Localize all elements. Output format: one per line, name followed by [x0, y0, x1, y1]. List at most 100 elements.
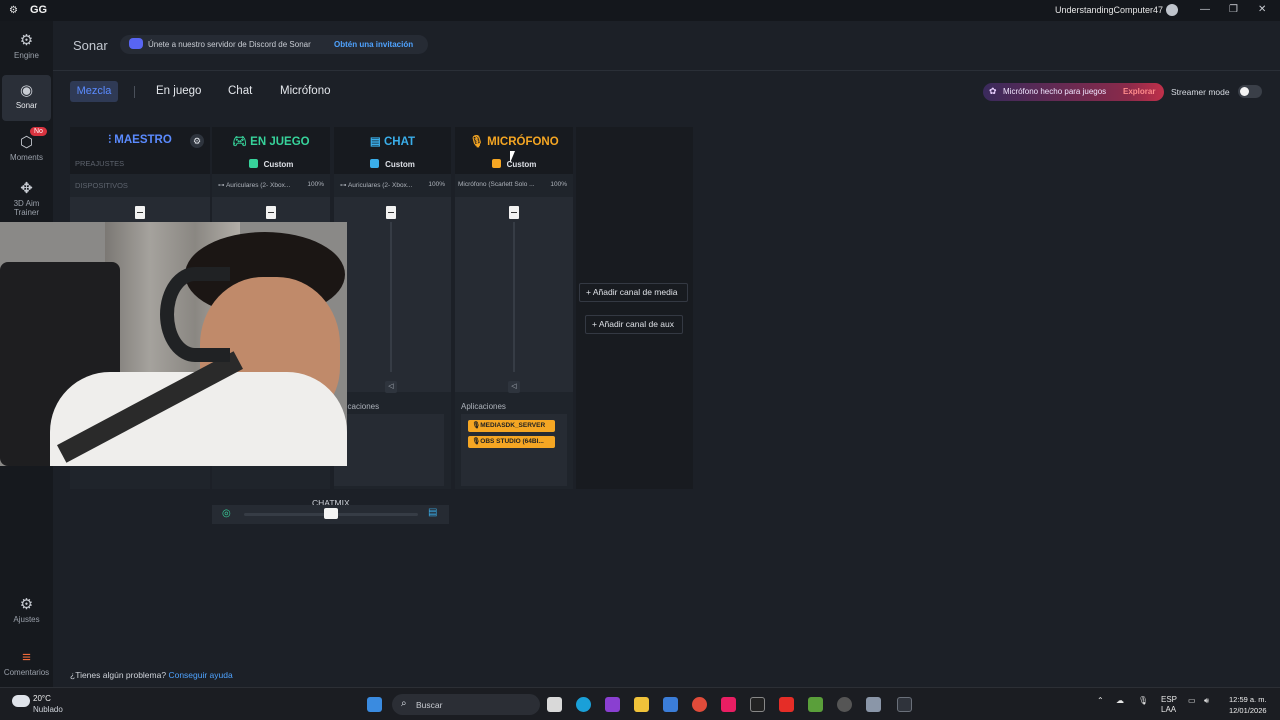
- device-select[interactable]: ⊶ Auriculares (2- Xbox... 100%: [218, 181, 324, 189]
- settings-icon[interactable]: [866, 697, 881, 712]
- mouse-cursor: [510, 151, 515, 163]
- channel-microphone: 🎙︎ MICRÓFONO Custom Micrófono (Scarlett …: [455, 127, 573, 489]
- tray-app-icon[interactable]: ☁: [1116, 696, 1124, 705]
- add-channel-panel: [576, 127, 693, 489]
- microphone-icon: ✿: [989, 86, 997, 96]
- microphone-icon[interactable]: 🎙︎: [1138, 696, 1148, 705]
- streamer-mode-label: Streamer mode: [1171, 87, 1230, 97]
- gear-icon[interactable]: ⚙: [190, 134, 204, 148]
- windows-start-icon[interactable]: [367, 697, 382, 712]
- gear-icon: ⚙: [19, 596, 34, 613]
- webcam-overlay: [0, 222, 347, 466]
- add-media-channel-button[interactable]: + Añadir canal de media: [579, 283, 688, 302]
- steelseries-gg-icon[interactable]: [897, 697, 912, 712]
- chat-icon: ▤: [369, 136, 384, 148]
- sidebar-item-settings[interactable]: ⚙ Ajustes: [2, 597, 51, 627]
- weather-condition[interactable]: Nublado: [33, 705, 63, 714]
- presets-label: PREAJUSTES: [75, 159, 125, 168]
- network-icon[interactable]: ▭: [1188, 696, 1196, 705]
- volume-slider-thumb[interactable]: [135, 206, 145, 219]
- preset-swatch: [370, 159, 380, 168]
- maximize-icon[interactable]: ❐: [1229, 4, 1238, 15]
- cloud-icon[interactable]: [12, 695, 30, 707]
- minecraft-icon[interactable]: [808, 697, 823, 712]
- search-icon: ⌕: [401, 698, 407, 709]
- sidebar-item-moments[interactable]: ⬡ Moments: [2, 135, 51, 165]
- engine-icon: ⚙: [19, 32, 34, 49]
- tab-mix[interactable]: Mezcla: [70, 81, 118, 102]
- app-chip[interactable]: 🎙︎MEDIASDK_SERVER: [468, 420, 555, 432]
- channel-title: 🎮︎ EN JUEGO: [232, 136, 310, 148]
- channel-title: 🎙︎ MICRÓFONO: [469, 136, 559, 148]
- help-link[interactable]: Conseguir ayuda: [168, 670, 232, 680]
- tab-divider: [134, 86, 135, 98]
- device-select[interactable]: ⊶ Auriculares (2- Xbox... 100%: [340, 181, 445, 189]
- speaker-icon[interactable]: ◁: [508, 381, 520, 393]
- sidebar-item-feedback[interactable]: ≡ Comentarios: [2, 650, 51, 680]
- tab-chat[interactable]: Chat: [228, 85, 252, 97]
- store-icon[interactable]: [663, 697, 678, 712]
- volume-track: [390, 222, 392, 372]
- promo-explore-link[interactable]: Explorar: [1123, 87, 1155, 96]
- preset-select[interactable]: Custom: [212, 159, 330, 169]
- volume-icon[interactable]: 🔊︎: [1204, 696, 1209, 706]
- youtube-icon[interactable]: [779, 697, 794, 712]
- file-explorer-icon[interactable]: [634, 697, 649, 712]
- headset: [160, 267, 230, 362]
- feedback-icon: ≡: [22, 649, 31, 666]
- apps-box: [334, 414, 444, 486]
- sidebar-item-label: Ajustes: [13, 615, 40, 624]
- chatmix-slider-thumb[interactable]: [324, 508, 338, 519]
- moments-icon: ⬡: [19, 134, 34, 151]
- tiktok-icon[interactable]: [721, 697, 736, 712]
- task-view-icon[interactable]: [547, 697, 562, 712]
- tab-game[interactable]: En juego: [156, 85, 201, 97]
- username[interactable]: UnderstandingComputer47: [1055, 5, 1163, 15]
- volume-slider-thumb[interactable]: [266, 206, 276, 219]
- close-icon[interactable]: ✕: [1258, 4, 1266, 15]
- channel-header: 🎮︎ EN JUEGO Custom: [212, 127, 330, 174]
- crosshair-icon: ✥: [20, 180, 33, 197]
- gamepad-icon: 🎮︎: [232, 136, 251, 148]
- streamer-mode-toggle[interactable]: [1238, 85, 1262, 98]
- clock[interactable]: 12:59 a. m. 12/01/2026: [1229, 694, 1267, 716]
- sidebar-item-3d-aim-trainer[interactable]: ✥ 3D Aim Trainer: [2, 181, 51, 221]
- discord-banner[interactable]: Únete a nuestro servidor de Discord de S…: [120, 35, 428, 54]
- search-input[interactable]: ⌕ Buscar: [392, 694, 540, 715]
- toggle-knob: [1240, 87, 1249, 96]
- apps-label: Aplicaciones: [461, 402, 506, 411]
- tab-microphone[interactable]: Micrófono: [280, 85, 331, 97]
- obs-icon[interactable]: [837, 697, 852, 712]
- discord-text: Únete a nuestro servidor de Discord de S…: [148, 40, 311, 49]
- minimize-icon[interactable]: —: [1200, 4, 1210, 15]
- language-indicator[interactable]: ESP LAA: [1161, 695, 1177, 715]
- tm-icon[interactable]: [750, 697, 765, 712]
- preset-swatch: [248, 159, 258, 168]
- volume-track: [513, 222, 515, 372]
- sidebar-item-label: 3D Aim Trainer: [13, 199, 40, 217]
- preset-select[interactable]: Custom: [334, 159, 451, 169]
- apps-label: licaciones: [344, 402, 380, 411]
- chevron-up-icon[interactable]: ⌃: [1097, 696, 1104, 705]
- device-select[interactable]: Micrófono (Scarlett Solo ... 100%: [458, 181, 567, 188]
- avatar[interactable]: [1166, 4, 1178, 16]
- sidebar-item-label: Sonar: [15, 101, 38, 110]
- promo-banner[interactable]: ✿ Micrófono hecho para juegos Explorar: [983, 83, 1164, 101]
- copilot-icon[interactable]: [605, 697, 620, 712]
- channel-header: ▤ CHAT Custom: [334, 127, 451, 174]
- gamepad-icon: ◎: [222, 508, 231, 519]
- edge-icon[interactable]: [576, 697, 591, 712]
- sidebar-item-sonar[interactable]: ◉ Sonar: [2, 75, 51, 121]
- speaker-icon[interactable]: ◁: [385, 381, 397, 393]
- app-chip[interactable]: 🎙︎OBS STUDIO (64BI...: [468, 436, 555, 448]
- chat-icon: ▤: [428, 507, 438, 518]
- add-aux-channel-button[interactable]: + Añadir canal de aux: [585, 315, 683, 334]
- discord-invite-link[interactable]: Obtén una invitación: [334, 40, 413, 49]
- sidebar-item-label: Engine: [14, 51, 39, 60]
- volume-slider-thumb[interactable]: [509, 206, 519, 219]
- link-icon: ⊶: [340, 182, 348, 189]
- weather-temp[interactable]: 20°C: [33, 694, 51, 703]
- sidebar-item-engine[interactable]: ⚙ Engine: [2, 33, 51, 65]
- volume-slider-thumb[interactable]: [386, 206, 396, 219]
- chrome-icon[interactable]: [692, 697, 707, 712]
